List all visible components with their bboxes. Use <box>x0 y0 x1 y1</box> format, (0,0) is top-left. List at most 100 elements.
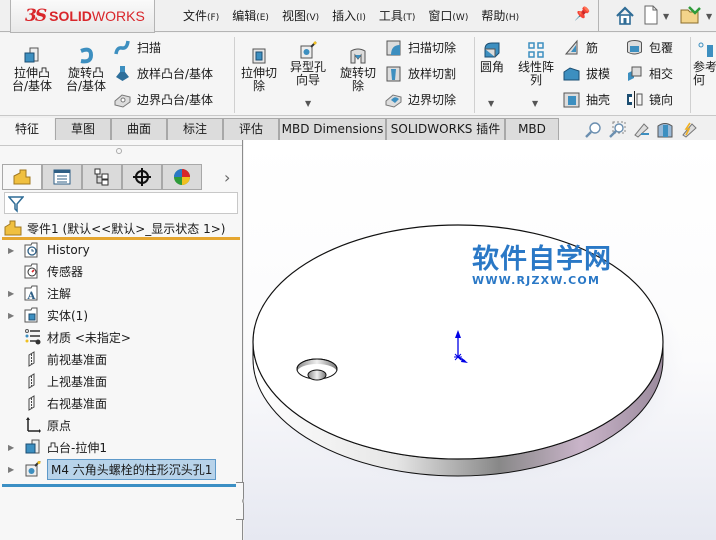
through-hole[interactable] <box>307 369 327 381</box>
draft-button[interactable]: 拔模 <box>563 65 610 82</box>
lofted-cut-icon <box>386 66 401 82</box>
revolve-cut-button[interactable]: 旋转切 除 <box>334 47 382 93</box>
annotations-folder-icon: A <box>24 285 38 301</box>
tree-item-history[interactable]: ▶ History <box>8 240 90 260</box>
boundary-cut-button[interactable]: 边界切除 <box>385 91 456 108</box>
history-folder-icon <box>24 242 38 258</box>
tree-item-front-plane[interactable]: 前视基准面 <box>8 349 107 369</box>
tab-annotations[interactable]: 标注 <box>167 118 223 140</box>
sweep-button[interactable]: 扫描 <box>114 39 161 56</box>
fillet-dropdown[interactable]: ▼ <box>488 99 494 108</box>
part-icon <box>4 220 22 236</box>
revolve-cut-icon <box>350 48 366 64</box>
svg-text:A: A <box>27 291 36 301</box>
menu-view[interactable]: 视图(V) <box>282 7 319 24</box>
swept-cut-button[interactable]: 扫描切除 <box>385 39 456 56</box>
extrude-cut-button[interactable]: 拉伸切 除 <box>237 47 281 93</box>
menu-tools[interactable]: 工具(T) <box>379 7 416 24</box>
filter-icon <box>8 196 24 213</box>
open-icon[interactable] <box>680 5 702 25</box>
revolve-boss-icon <box>80 47 94 64</box>
mirror-button[interactable]: 镜向 <box>626 91 673 108</box>
new-dropdown-caret[interactable]: ▼ <box>663 12 669 21</box>
lofted-cut-button[interactable]: 放样切割 <box>385 65 456 82</box>
section-view-icon[interactable] <box>656 121 674 139</box>
dynamic-annotation-icon[interactable] <box>680 121 698 139</box>
hole-wizard-icon <box>300 41 317 59</box>
tree-item-annotations[interactable]: ▶ A 注解 <box>8 283 71 303</box>
tree-item-origin[interactable]: 原点 <box>8 415 71 435</box>
tree-item-material[interactable]: 材质 <未指定> <box>8 327 131 347</box>
hole-wizard-dropdown[interactable]: ▼ <box>305 99 311 108</box>
tab-features[interactable]: 特征 <box>0 118 54 140</box>
new-document-icon[interactable] <box>643 5 659 25</box>
solidworks-logo[interactable]: 3S SOLIDWORKS <box>10 0 155 33</box>
expand-arrow-icon[interactable]: ▶ <box>8 443 24 452</box>
tab-mbd[interactable]: MBD <box>505 118 559 140</box>
tree-root-part[interactable]: 零件1 (默认<<默认>_显示状态 1>) <box>4 218 240 238</box>
watermark: 软件自学网 WWW.RJZXW.COM <box>472 246 612 288</box>
ds-logo-icon: 3S <box>25 6 47 26</box>
watermark-url: WWW.RJZXW.COM <box>472 274 601 287</box>
fillet-button[interactable]: 圆角 <box>476 41 508 74</box>
rollback-bar[interactable] <box>2 484 242 487</box>
rib-button[interactable]: 筋 <box>563 39 598 56</box>
draft-icon <box>563 67 580 81</box>
tab-evaluate[interactable]: 评估 <box>223 118 279 140</box>
tab-solidworks-addins[interactable]: SOLIDWORKS 插件 <box>386 118 505 140</box>
open-dropdown-caret[interactable]: ▼ <box>706 12 712 21</box>
sensors-folder-icon <box>24 263 38 279</box>
expand-arrow-icon[interactable]: ▶ <box>8 311 24 320</box>
expand-arrow-icon[interactable]: ▶ <box>8 289 24 298</box>
panel-more-arrow[interactable]: › <box>224 168 230 187</box>
intersect-button[interactable]: 相交 <box>626 65 673 82</box>
tab-surfaces[interactable]: 曲面 <box>111 118 167 140</box>
solid-bodies-folder-icon <box>24 307 38 323</box>
tree-item-sensors[interactable]: 传感器 <box>8 261 83 281</box>
tree-item-right-plane[interactable]: 右视基准面 <box>8 393 107 413</box>
boundary-boss-button[interactable]: 边界凸台/基体 <box>114 91 213 108</box>
origin-icon <box>26 417 41 433</box>
menu-help[interactable]: 帮助(H) <box>481 7 519 24</box>
tree-filter-input[interactable] <box>4 192 238 214</box>
reference-geometry-icon <box>698 42 713 57</box>
tab-configuration-manager[interactable] <box>82 164 122 190</box>
loft-boss-button[interactable]: 放样凸台/基体 <box>114 65 213 82</box>
revolve-boss-button[interactable]: 旋转凸 台/基体 <box>62 47 110 93</box>
home-icon[interactable] <box>614 5 636 27</box>
menu-window[interactable]: 窗口(W) <box>428 7 468 24</box>
plane-icon <box>28 395 35 411</box>
previous-view-icon[interactable] <box>632 121 650 139</box>
configuration-manager-icon <box>94 168 109 186</box>
menu-edit[interactable]: 编辑(E) <box>232 7 269 24</box>
expand-arrow-icon[interactable]: ▶ <box>8 246 24 255</box>
tab-display-manager[interactable] <box>162 164 202 190</box>
tree-item-boss-extrude1[interactable]: ▶ 凸台-拉伸1 <box>8 437 107 457</box>
rib-icon <box>564 39 578 55</box>
reference-geometry-button[interactable]: 参考几 何 <box>693 41 716 87</box>
graphics-area[interactable] <box>244 140 716 540</box>
boundary-boss-icon <box>114 94 131 108</box>
zoom-to-fit-icon[interactable] <box>584 121 602 139</box>
tab-mbd-dimensions[interactable]: MBD Dimensions <box>279 118 386 140</box>
hole-wizard-button[interactable]: 异型孔 向导 <box>284 41 332 87</box>
extrude-boss-button[interactable]: 拉伸凸 台/基体 <box>8 47 56 93</box>
pin-icon[interactable]: 📌 <box>574 7 590 22</box>
expand-arrow-icon[interactable]: ▶ <box>8 465 24 474</box>
tree-item-solid-bodies[interactable]: ▶ 实体(1) <box>8 305 88 325</box>
menu-file[interactable]: 文件(F) <box>183 7 219 24</box>
menu-insert[interactable]: 插入(I) <box>332 7 366 24</box>
tree-item-counterbore-hole[interactable]: ▶ M4 六角头螺栓的柱形沉头孔1 <box>8 458 217 480</box>
tab-property-manager[interactable] <box>42 164 82 190</box>
zoom-to-area-icon[interactable] <box>608 121 626 139</box>
tab-feature-manager[interactable] <box>2 164 42 190</box>
wrap-button[interactable]: 包覆 <box>626 39 673 56</box>
tab-dimxpert-manager[interactable] <box>122 164 162 190</box>
panel-splitter-handle[interactable] <box>116 148 122 154</box>
heads-up-view-toolbar <box>584 121 698 139</box>
linear-pattern-button[interactable]: 线性阵 列 <box>512 41 560 87</box>
tab-sketch[interactable]: 草图 <box>55 118 111 140</box>
tree-item-top-plane[interactable]: 上视基准面 <box>8 371 107 391</box>
pattern-dropdown[interactable]: ▼ <box>532 99 538 108</box>
shell-button[interactable]: 抽壳 <box>563 91 610 108</box>
